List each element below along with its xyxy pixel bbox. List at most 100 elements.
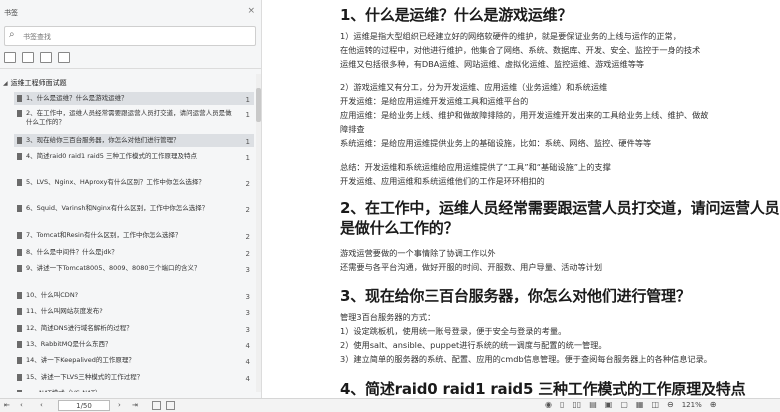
first-page-icon[interactable]: ⇤ [4,401,10,409]
bookmark-icon [17,325,22,332]
bookmark-label: 8、什么是中间件？什么是jdk？ [26,248,118,256]
bookmark-label: 3、现在给你三百台服务器，你怎么对他们进行管理？ [26,136,180,144]
bookmark-page-number: 3 [245,309,250,317]
bookmark-page-number: 2 [245,206,250,214]
bookmark-item[interactable]: 12、简述DNS进行域名解析的过程？ 3 [14,322,254,335]
bookmark-label: 6、Squid、Varinsh和Nginx有什么区别，工作中你怎么选择？ [26,204,209,212]
collapse-all-icon[interactable] [22,52,34,63]
paragraph-line: 管理3百台服务器的方式： [340,312,436,322]
collapse-triangle-icon[interactable]: ◢ [3,80,8,87]
bookmark-item[interactable]: 一、NAT模式（VS-NAT） 4 [14,387,254,392]
paragraph-line: 运维又包括很多种，有DBA运维、网站运维、虚拟化运维、监控运维、游戏运维等等 [340,59,645,69]
bookmark-label: 9、讲述一下Tomcat8005、8009、8080三个端口的含义？ [26,264,201,272]
divider [0,68,262,69]
bookmark-label: 12、简述DNS进行域名解析的过程？ [26,324,133,332]
sidebar-scroll-thumb[interactable] [256,88,261,122]
bookmark-item[interactable]: 10、什么叫CDN? 3 [14,289,254,302]
paragraph-line: 3）建立简单的服务器的系统、配置、应用的cmdb信息管理。便于查阅每台服务器上的… [340,354,712,364]
delete-bookmark-icon[interactable] [58,52,70,63]
heading-2: 2、在工作中，运维人员经常需要跟运营人员打交道，请问运营人员 [340,199,780,217]
sidebar-title: 书签 [4,9,18,17]
bookmark-root[interactable]: ◢ 运维工程师面试题 [3,78,67,88]
bookmark-item[interactable]: 3、现在给你三百台服务器，你怎么对他们进行管理？ 1 [14,134,254,147]
bookmark-item[interactable]: 1、什么是运维？什么是游戏运维？ 1 [14,92,254,105]
add-bookmark-icon[interactable] [40,52,52,63]
page-number-input[interactable]: 1/50 [58,400,110,411]
bookmark-label: 2、在工作中，运维人员经常需要跟运营人员打交道，请问运营人员是做什么工作的？ [26,109,232,126]
bookmark-label: 5、LVS、Nginx、HAproxy有什么区别？工作中你怎么选择？ [26,178,205,186]
single-page-icon[interactable]: ▯ [560,400,564,409]
bookmark-page-number: 3 [245,326,250,334]
bookmark-search-box[interactable]: ⌕ [4,26,256,46]
bookmark-label: 4、简述raid0 raid1 raid5 三种工作模式的工作原理及特点 [26,152,198,160]
continuous-icon[interactable]: ▤ [589,400,597,409]
bookmark-icon [17,357,22,364]
bookmark-icon [17,137,22,144]
bookmark-item[interactable]: 15、讲述一下LVS三种模式的工作过程？ 4 [14,371,254,384]
paragraph-line: 在他运转的过程中，对他进行维护，他集合了网络、系统、数据库、开发、安全、监控于一… [340,45,701,55]
bookmark-page-number: 1 [245,154,250,162]
bookmark-tree: ◢ 运维工程师面试题 1、什么是运维？什么是游戏运维？ 1 2、在工作中，运维人员经常… [0,74,262,392]
bookmark-item[interactable]: 11、什么叫网站灰度发布? 3 [14,305,254,318]
bookmark-page-number: 4 [246,391,250,392]
bookmark-root-label: 运维工程师面试题 [10,79,67,87]
expand-all-icon[interactable] [4,52,16,63]
bookmark-tools [4,52,70,63]
bookmark-page-number: 2 [245,233,250,241]
bookmark-page-number: 3 [245,266,250,274]
eye-icon[interactable]: ◉ [545,400,552,409]
paragraph-line: 应用运维：是给业务上线、维护和做故障排除的，用开发运维开发出来的工具给业务上线、… [340,110,709,120]
bookmark-page-number: 4 [245,358,250,366]
read-icon[interactable]: ◫ [651,400,659,409]
bookmark-icon [17,249,22,256]
bookmark-icon [17,308,22,315]
forward-icon[interactable] [166,401,175,410]
bookmark-item[interactable]: 8、什么是中间件？什么是jdk？ 2 [14,246,254,259]
bookmark-item[interactable]: 7、Tomcat和Resin有什么区别，工作中你怎么选择？ 2 [14,229,254,242]
bookmark-icon [17,110,22,117]
bookmark-label: 一、NAT模式（VS-NAT） [26,389,232,392]
bookmark-item[interactable]: 6、Squid、Varinsh和Nginx有什么区别，工作中你怎么选择？ 2 [14,202,254,226]
fit-icon[interactable]: ▦ [636,400,644,409]
bookmark-page-number: 1 [245,96,250,104]
zoom-level[interactable]: 121% [682,401,702,409]
bookmark-item[interactable]: 5、LVS、Nginx、HAproxy有什么区别？工作中你怎么选择？ 2 [14,176,254,200]
pdf-reader-window: 书签 × ⌕ ◢运维工程师面试题 1、什么是运维？什么是游戏运维？1 2、在工作中… [0,0,780,412]
paragraph-line: 开发运维、应用运维和系统运维他们的工作是环环相扣的 [340,176,545,186]
back-icon[interactable] [152,401,161,410]
bookmark-item[interactable]: 13、RabbitMQ是什么东西？ 4 [14,338,254,351]
double-page-icon[interactable]: ▯▯ [572,400,581,409]
paragraph-line: 开发运维：是给应用运维开发运维工具和运维平台的 [340,96,529,106]
book-icon[interactable]: ▣ [605,400,613,409]
heading-2-continued: 是做什么工作的？ [340,219,459,237]
paragraph-line: 障排查 [340,124,365,134]
paragraph-line: 2）使用salt、ansible、puppet进行系统的统一调度与配置的统一管理… [340,340,607,350]
bookmark-icon [17,341,22,348]
paragraph-line: 1）设定跳板机，使用统一账号登录，便于安全与登录的考量。 [340,326,567,336]
view-controls: ◉ ▯ ▯▯ ▤ ▣ ▢ ▦ ◫ ⊖ 121% ⊕ [545,400,716,409]
prev-icon[interactable]: ‹ [40,401,43,409]
zoom-out-icon[interactable]: ⊖ [667,400,674,409]
bookmark-item[interactable]: 2、在工作中，运维人员经常需要跟运营人员打交道，请问运营人员是做什么工作的？ 1 [14,107,254,132]
bookmark-item[interactable]: 14、讲一下Keepalived的工作原理？ 4 [14,354,254,367]
last-page-icon[interactable]: ⇥ [132,401,138,409]
bookmark-item[interactable]: 9、讲述一下Tomcat8005、8009、8080三个端口的含义？ 3 [14,262,254,286]
close-icon[interactable]: × [247,6,255,16]
bookmark-page-number: 2 [245,250,250,258]
bookmark-search-input[interactable] [23,30,243,43]
bookmark-icon [17,95,22,102]
search-icon: ⌕ [9,29,15,40]
bookmark-item[interactable]: 4、简述raid0 raid1 raid5 三种工作模式的工作原理及特点 1 [14,150,254,172]
bookmark-label: 14、讲一下Keepalived的工作原理？ [26,356,135,364]
sidebar-scrollbar[interactable] [256,74,261,392]
bookmark-label: 10、什么叫CDN? [26,291,79,299]
zoom-in-icon[interactable]: ⊕ [710,400,717,409]
next-page-icon[interactable]: › [118,401,121,409]
fullscreen-icon[interactable]: ▢ [620,400,628,409]
bookmark-page-number: 3 [245,293,250,301]
prev-page-icon[interactable]: ‹ [20,401,23,409]
bookmark-label: 11、什么叫网站灰度发布? [26,307,103,315]
bookmark-label: 13、RabbitMQ是什么东西？ [26,340,112,348]
bookmark-page-number: 1 [245,138,250,146]
bookmark-icon [17,265,22,272]
